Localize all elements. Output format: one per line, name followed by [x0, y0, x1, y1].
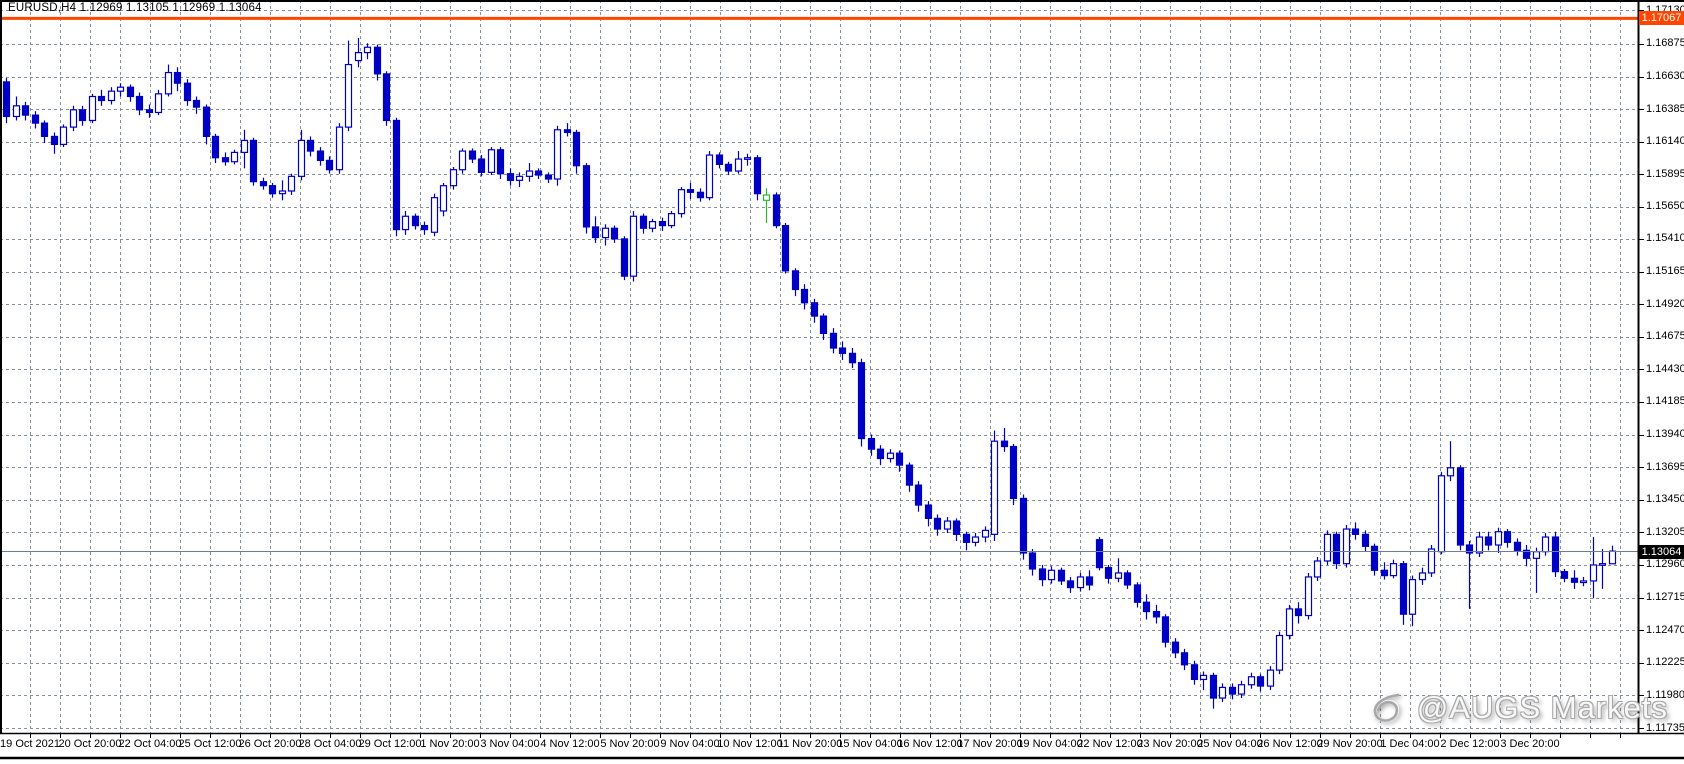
resistance-price-tag: 1.17067 [1639, 11, 1684, 26]
time-axis-label: 15 Nov 04:00 [837, 738, 903, 750]
time-axis-label: 22 Nov 12:00 [1077, 738, 1143, 750]
time-axis-label: 1 Nov 20:00 [420, 738, 480, 750]
time-axis-label: 11 Nov 20:00 [777, 738, 843, 750]
current-price-tag: 1.13064 [1639, 544, 1684, 559]
time-axis: 19 Oct 2021 20 Oct 20:00 22 Oct 04:00 25 Oc… [0, 0, 1684, 764]
time-axis-label: 17 Nov 20:00 [957, 738, 1023, 750]
time-axis-label: 3 Nov 04:00 [480, 738, 540, 750]
time-axis-label: 25 Oct 12:00 [178, 738, 242, 750]
time-axis-label: 16 Nov 12:00 [897, 738, 963, 750]
time-axis-label: 26 Nov 12:00 [1257, 738, 1323, 750]
time-axis-label: 29 Oct 12:00 [358, 738, 422, 750]
time-axis-label: 4 Nov 12:00 [540, 738, 600, 750]
time-axis-label: 22 Oct 04:00 [118, 738, 182, 750]
time-axis-label: 29 Nov 20:00 [1317, 738, 1383, 750]
time-axis-label: 9 Nov 04:00 [660, 738, 720, 750]
time-axis-label: 23 Nov 20:00 [1137, 738, 1203, 750]
time-axis-label: 20 Oct 20:00 [58, 738, 122, 750]
time-axis-label: 26 Oct 20:00 [238, 738, 302, 750]
time-axis-label: 2 Dec 12:00 [1440, 738, 1500, 750]
time-axis-label: 19 Oct 2021 [0, 738, 60, 750]
time-axis-label: 25 Nov 04:00 [1197, 738, 1263, 750]
time-axis-label: 1 Dec 04:00 [1380, 738, 1440, 750]
time-axis-label: 10 Nov 12:00 [717, 738, 783, 750]
time-axis-label: 5 Nov 20:00 [600, 738, 660, 750]
mt4-chart-window: { "header": { "title": "EURUSD,H4 1.1296… [0, 0, 1684, 764]
time-axis-label: 19 Nov 04:00 [1017, 738, 1083, 750]
chart-ohlc-title: EURUSD,H4 1.12969 1.13105 1.12969 1.1306… [8, 2, 262, 14]
time-axis-label: 28 Oct 04:00 [298, 738, 362, 750]
time-axis-label: 3 Dec 20:00 [1500, 738, 1560, 750]
